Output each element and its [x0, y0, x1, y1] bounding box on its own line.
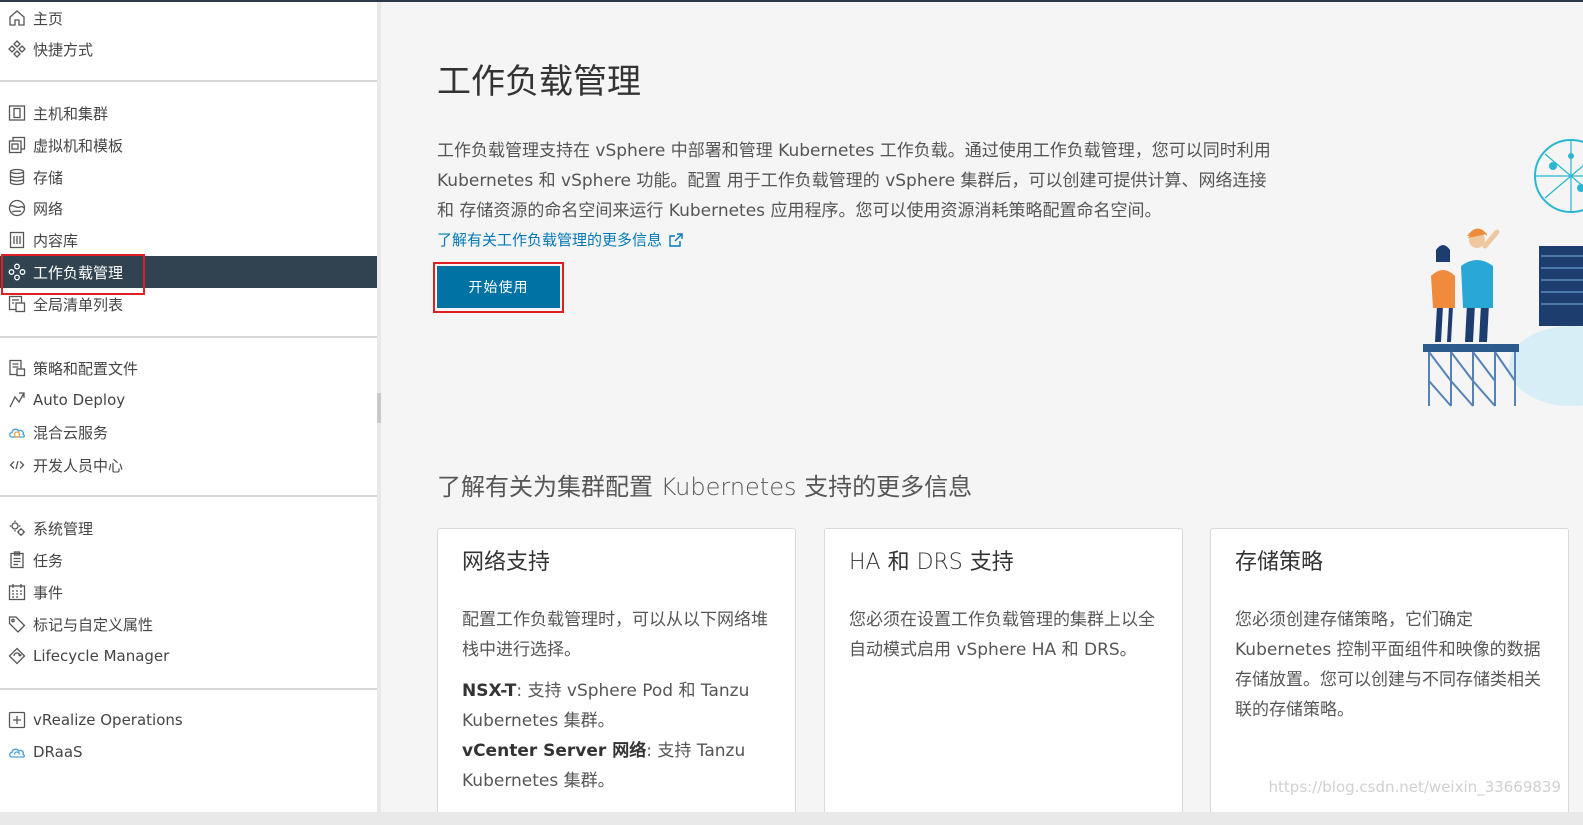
- sidebar-item-label: 任务: [33, 551, 64, 570]
- vms-templates-icon: [7, 135, 27, 155]
- sidebar-item-label: DRaaS: [33, 743, 83, 761]
- learn-more-link-label: 了解有关工作负载管理的更多信息: [437, 231, 663, 249]
- sidebar-item-vms-templates[interactable]: 虚拟机和模板: [0, 129, 377, 161]
- home-icon: [7, 8, 27, 28]
- sidebar-item-events[interactable]: 事件: [0, 576, 377, 608]
- sidebar-item-label: 快捷方式: [33, 40, 94, 59]
- sidebar-divider: [0, 495, 377, 497]
- storage-policy-card: 存储策略 您必须创建存储策略，它们确定 Kubernetes 控制平面组件和映像…: [1210, 528, 1569, 812]
- sidebar-item-label: Lifecycle Manager: [33, 647, 170, 665]
- page-title: 工作负载管理: [437, 62, 641, 102]
- sidebar-item-tags[interactable]: 标记与自定义属性: [0, 608, 377, 640]
- storage-icon: [7, 167, 27, 187]
- network-icon: [7, 198, 27, 218]
- network-support-card: 网络支持 配置工作负载管理时，可以从以下网络堆栈中进行选择。 NSX-T: 支持…: [437, 528, 796, 812]
- global-inventory-icon: [7, 294, 27, 314]
- sidebar-divider: [0, 80, 377, 82]
- card-body: 配置工作负载管理时，可以从以下网络堆栈中进行选择。 NSX-T: 支持 vSph…: [462, 605, 782, 796]
- content-library-icon: [7, 230, 27, 250]
- sidebar-divider: [0, 336, 377, 338]
- sidebar-item-vrealize-operations[interactable]: vRealize Operations: [0, 704, 377, 736]
- external-link-icon: [669, 232, 683, 247]
- ha-drs-support-card: HA 和 DRS 支持 您必须在设置工作负载管理的集群上以全自动模式启用 vSp…: [824, 528, 1183, 812]
- tag-icon: [7, 614, 27, 634]
- lifecycle-manager-icon: [7, 646, 27, 666]
- sidebar-nav: 主页 快捷方式 主机和集群 虚拟机和模板 存储 网络 内容库 工作负载管理 全局…: [0, 2, 377, 825]
- sidebar-divider: [0, 688, 377, 690]
- sidebar-item-label: 内容库: [33, 231, 79, 250]
- learn-more-link[interactable]: 了解有关工作负载管理的更多信息: [437, 229, 684, 250]
- sidebar-item-label: vRealize Operations: [33, 711, 183, 729]
- sidebar-item-network[interactable]: 网络: [0, 192, 377, 224]
- sidebar-item-label: 系统管理: [33, 519, 94, 538]
- sidebar-item-label: 事件: [33, 583, 64, 602]
- sidebar-item-home[interactable]: 主页: [0, 2, 377, 34]
- sidebar-item-label: 开发人员中心: [33, 456, 124, 475]
- card-title: HA 和 DRS 支持: [849, 550, 1014, 575]
- get-started-button[interactable]: 开始使用: [437, 266, 560, 308]
- sidebar-item-global-inventory[interactable]: 全局清单列表: [0, 288, 377, 320]
- sidebar-item-policies-profiles[interactable]: 策略和配置文件: [0, 352, 377, 384]
- card-nsx-option: NSX-T: 支持 vSphere Pod 和 Tanzu Kubernetes…: [462, 676, 782, 736]
- events-icon: [7, 582, 27, 602]
- watermark: https://blog.csdn.net/weixin_33669839: [1268, 778, 1561, 796]
- sidebar-item-administration[interactable]: 系统管理: [0, 512, 377, 544]
- sidebar-item-draas[interactable]: DRaaS: [0, 736, 377, 768]
- card-title: 存储策略: [1235, 550, 1324, 575]
- sidebar-item-label: 主页: [33, 9, 64, 28]
- sidebar-item-label: 虚拟机和模板: [33, 136, 124, 155]
- sidebar-item-shortcuts[interactable]: 快捷方式: [0, 33, 377, 65]
- main-content: 工作负载管理 工作负载管理支持在 vSphere 中部署和管理 Kubernet…: [381, 2, 1583, 812]
- horizontal-scrollbar[interactable]: [0, 812, 1583, 825]
- hybrid-cloud-icon: [7, 422, 27, 442]
- auto-deploy-icon: [7, 390, 27, 410]
- card-body: 您必须在设置工作负载管理的集群上以全自动模式启用 vSphere HA 和 DR…: [849, 610, 1155, 660]
- sidebar-item-storage[interactable]: 存储: [0, 161, 377, 193]
- administration-icon: [7, 518, 27, 538]
- sidebar-item-developer-center[interactable]: 开发人员中心: [0, 449, 377, 481]
- sidebar-item-workload-management[interactable]: 工作负载管理: [0, 256, 377, 288]
- sidebar-item-label: 标记与自定义属性: [33, 615, 154, 634]
- nsx-label: NSX-T: [462, 681, 517, 701]
- draas-icon: [7, 742, 27, 762]
- sidebar-item-label: 策略和配置文件: [33, 359, 139, 378]
- sidebar-item-hosts-clusters[interactable]: 主机和集群: [0, 97, 377, 129]
- sidebar-item-content-library[interactable]: 内容库: [0, 224, 377, 256]
- section-title: 了解有关为集群配置 Kubernetes 支持的更多信息: [437, 473, 973, 501]
- page-description: 工作负载管理支持在 vSphere 中部署和管理 Kubernetes 工作负载…: [437, 141, 1271, 221]
- sidebar-item-label: 工作负载管理: [33, 263, 124, 282]
- vrealize-operations-icon: [7, 710, 27, 730]
- sidebar-item-auto-deploy[interactable]: Auto Deploy: [0, 384, 377, 416]
- vcenter-label: vCenter Server 网络: [462, 741, 647, 761]
- sidebar-item-hybrid-cloud[interactable]: 混合云服务: [0, 416, 377, 448]
- tasks-icon: [7, 550, 27, 570]
- sidebar-item-label: 全局清单列表: [33, 295, 124, 314]
- card-title: 网络支持: [462, 550, 551, 575]
- sidebar-item-tasks[interactable]: 任务: [0, 544, 377, 576]
- developer-center-icon: [7, 455, 27, 475]
- kubernetes-illustration: [1423, 139, 1583, 407]
- sidebar-item-lifecycle-manager[interactable]: Lifecycle Manager: [0, 640, 377, 672]
- card-body: 您必须创建存储策略，它们确定 Kubernetes 控制平面组件和映像的数据存储…: [1235, 610, 1541, 720]
- sidebar-item-label: 存储: [33, 168, 64, 187]
- workload-management-icon: [7, 262, 27, 282]
- sidebar-item-label: 主机和集群: [33, 104, 109, 123]
- card-intro: 配置工作负载管理时，可以从以下网络堆栈中进行选择。: [462, 610, 768, 660]
- sidebar-item-label: 混合云服务: [33, 423, 109, 442]
- shortcuts-icon: [7, 39, 27, 59]
- card-vcenter-option: vCenter Server 网络: 支持 Tanzu Kubernetes 集…: [462, 736, 782, 796]
- sidebar-item-label: Auto Deploy: [33, 391, 126, 409]
- sidebar-item-label: 网络: [33, 199, 64, 218]
- hosts-clusters-icon: [7, 103, 27, 123]
- policies-profiles-icon: [7, 358, 27, 378]
